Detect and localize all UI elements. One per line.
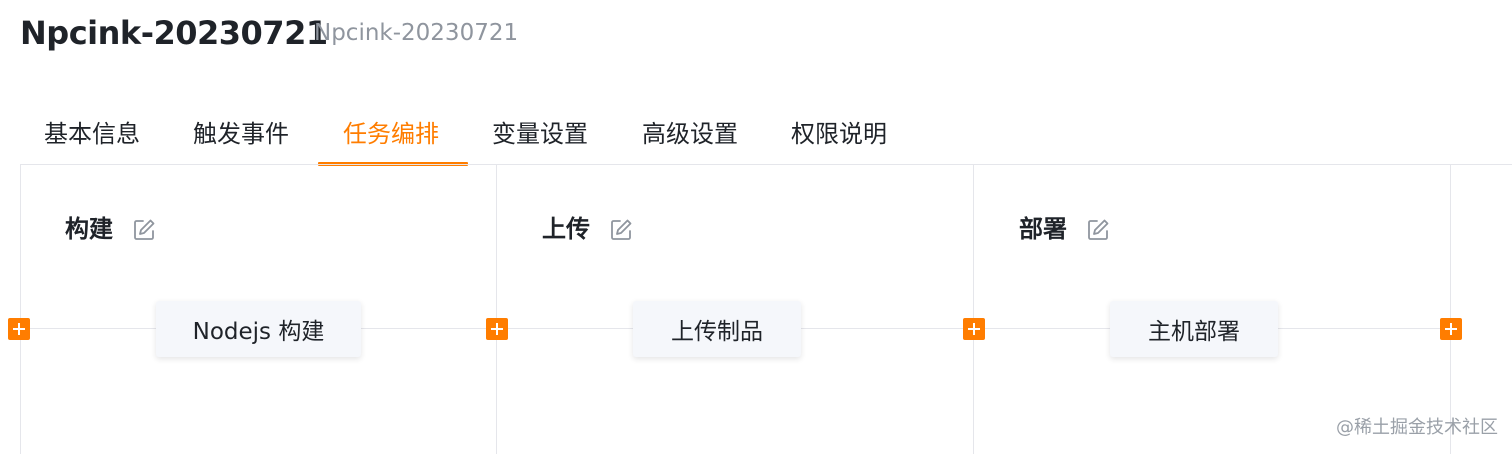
page-title: Npcink-20230721 [20, 14, 328, 52]
add-stage-between-button[interactable] [486, 318, 508, 340]
pipeline-board: 构建 Nodejs 构建 上传 上传制品 部署 主机部署 [8, 164, 1512, 454]
stage-placeholder [1450, 165, 1512, 454]
job-card[interactable]: 主机部署 [1110, 301, 1278, 357]
add-stage-before-button[interactable] [8, 318, 30, 340]
tab-bar: 基本信息 触发事件 任务编排 变量设置 高级设置 权限说明 [20, 105, 1512, 166]
watermark: @稀土掘金技术社区 [1336, 417, 1498, 438]
tab-task-orchestration[interactable]: 任务编排 [343, 117, 439, 151]
edit-icon[interactable] [608, 217, 634, 243]
tab-basic-info[interactable]: 基本信息 [44, 117, 140, 151]
stage-title: 上传 [542, 215, 590, 243]
job-card[interactable]: Nodejs 构建 [156, 301, 361, 357]
tab-permission-notes[interactable]: 权限说明 [791, 117, 887, 151]
tab-advanced-settings[interactable]: 高级设置 [642, 117, 738, 151]
tab-variable-settings[interactable]: 变量设置 [492, 117, 588, 151]
page-subtitle: Npcink-20230721 [314, 20, 519, 46]
stage-title: 部署 [1019, 215, 1067, 243]
edit-icon[interactable] [1085, 217, 1111, 243]
tab-trigger-events[interactable]: 触发事件 [193, 117, 289, 151]
add-stage-after-button[interactable] [1440, 318, 1462, 340]
stage-title: 构建 [65, 215, 113, 243]
stage-deploy: 部署 主机部署 [973, 165, 1452, 454]
edit-icon[interactable] [131, 217, 157, 243]
job-card[interactable]: 上传制品 [633, 301, 801, 357]
stage-upload: 上传 上传制品 [496, 165, 975, 454]
add-stage-between-button[interactable] [963, 318, 985, 340]
stage-build: 构建 Nodejs 构建 [20, 165, 498, 454]
